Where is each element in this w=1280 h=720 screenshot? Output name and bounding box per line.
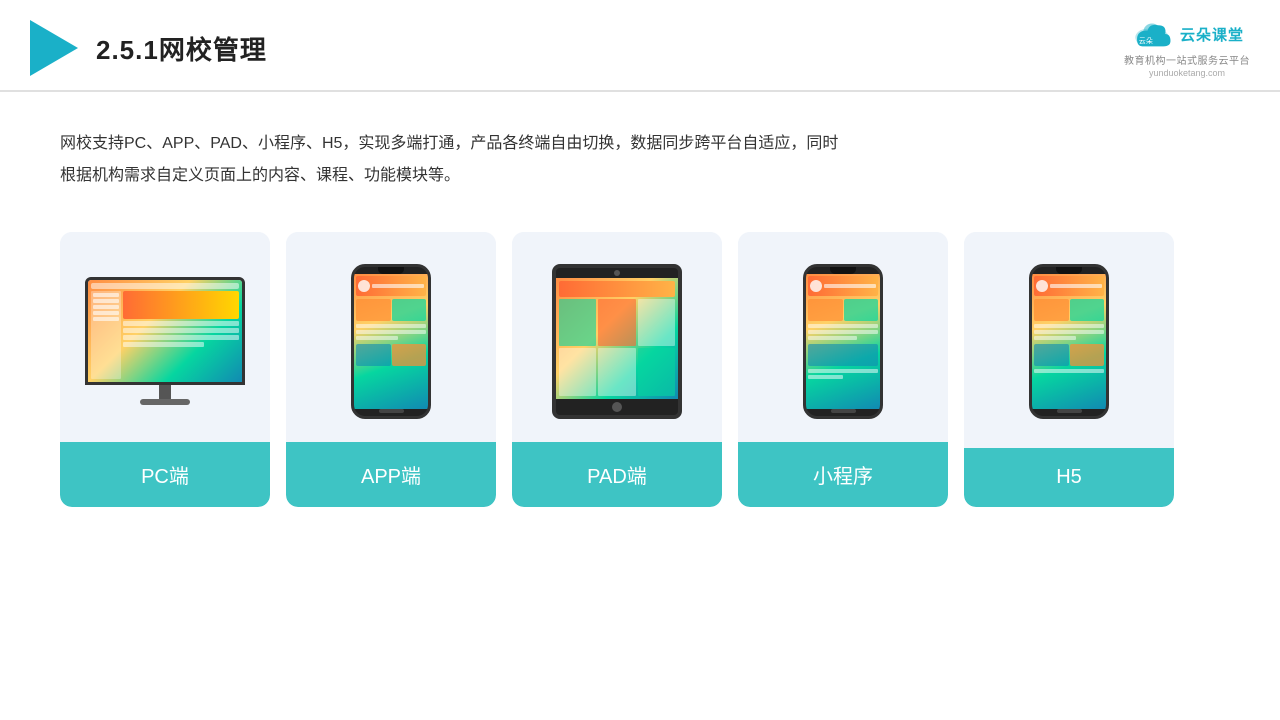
miniapp-image-area bbox=[738, 232, 948, 442]
h5-card: H5 bbox=[964, 232, 1174, 507]
description-paragraph: 网校支持PC、APP、PAD、小程序、H5，实现多端打通，产品各终端自由切换，数… bbox=[60, 128, 840, 192]
h5-phone-body bbox=[1029, 264, 1109, 419]
svg-text:云朵: 云朵 bbox=[1139, 37, 1153, 45]
app-screen bbox=[354, 274, 428, 409]
miniapp-screen bbox=[806, 274, 880, 409]
logo-icon bbox=[30, 20, 78, 76]
app-image-area bbox=[286, 232, 496, 442]
h5-image-area bbox=[964, 232, 1174, 442]
brand-name: 云朵课堂 bbox=[1180, 24, 1244, 45]
tablet-body bbox=[552, 264, 682, 419]
pc-mockup bbox=[85, 277, 245, 405]
pad-label: PAD端 bbox=[512, 442, 722, 507]
h5-notch bbox=[1056, 267, 1082, 274]
miniapp-home-btn bbox=[831, 409, 856, 413]
h5-label: H5 bbox=[964, 448, 1174, 507]
pad-card: PAD端 bbox=[512, 232, 722, 507]
cloud-logo: 云朵 云朵课堂 bbox=[1130, 18, 1244, 50]
pad-image-area bbox=[512, 232, 722, 442]
device-cards-container: PC端 bbox=[0, 212, 1280, 537]
tablet-screen bbox=[556, 278, 678, 399]
miniapp-phone-body bbox=[803, 264, 883, 419]
app-phone-mockup bbox=[351, 264, 431, 419]
app-label: APP端 bbox=[286, 442, 496, 507]
phone-notch bbox=[378, 267, 404, 274]
h5-phone-mockup bbox=[1029, 264, 1109, 419]
app-phone-body bbox=[351, 264, 431, 419]
miniapp-card: 小程序 bbox=[738, 232, 948, 507]
page-header: 2.5.1网校管理 云朵 云朵课堂 教育机构一站式服务云平台 yunduoket… bbox=[0, 0, 1280, 92]
h5-home-btn bbox=[1057, 409, 1082, 413]
tablet-top-btn bbox=[614, 270, 620, 276]
miniapp-label: 小程序 bbox=[738, 442, 948, 507]
pc-image-area bbox=[60, 232, 270, 442]
pc-card: PC端 bbox=[60, 232, 270, 507]
app-card: APP端 bbox=[286, 232, 496, 507]
pc-label: PC端 bbox=[60, 442, 270, 507]
tablet-home-btn bbox=[612, 402, 622, 412]
h5-screen bbox=[1032, 274, 1106, 409]
phone-home-btn bbox=[379, 409, 404, 413]
monitor-screen bbox=[88, 280, 242, 382]
header-left: 2.5.1网校管理 bbox=[30, 20, 267, 76]
monitor-body bbox=[85, 277, 245, 385]
page-title: 2.5.1网校管理 bbox=[96, 30, 267, 67]
brand-tagline: 教育机构一站式服务云平台 bbox=[1124, 52, 1250, 67]
brand-url: yunduoketang.com bbox=[1149, 68, 1225, 78]
brand-logo: 云朵 云朵课堂 教育机构一站式服务云平台 yunduoketang.com bbox=[1124, 18, 1250, 78]
miniapp-phone-mockup bbox=[803, 264, 883, 419]
miniapp-notch bbox=[830, 267, 856, 274]
cloud-svg-icon: 云朵 bbox=[1130, 18, 1174, 50]
description-text: 网校支持PC、APP、PAD、小程序、H5，实现多端打通，产品各终端自由切换，数… bbox=[0, 92, 900, 212]
pad-tablet-mockup bbox=[552, 264, 682, 419]
